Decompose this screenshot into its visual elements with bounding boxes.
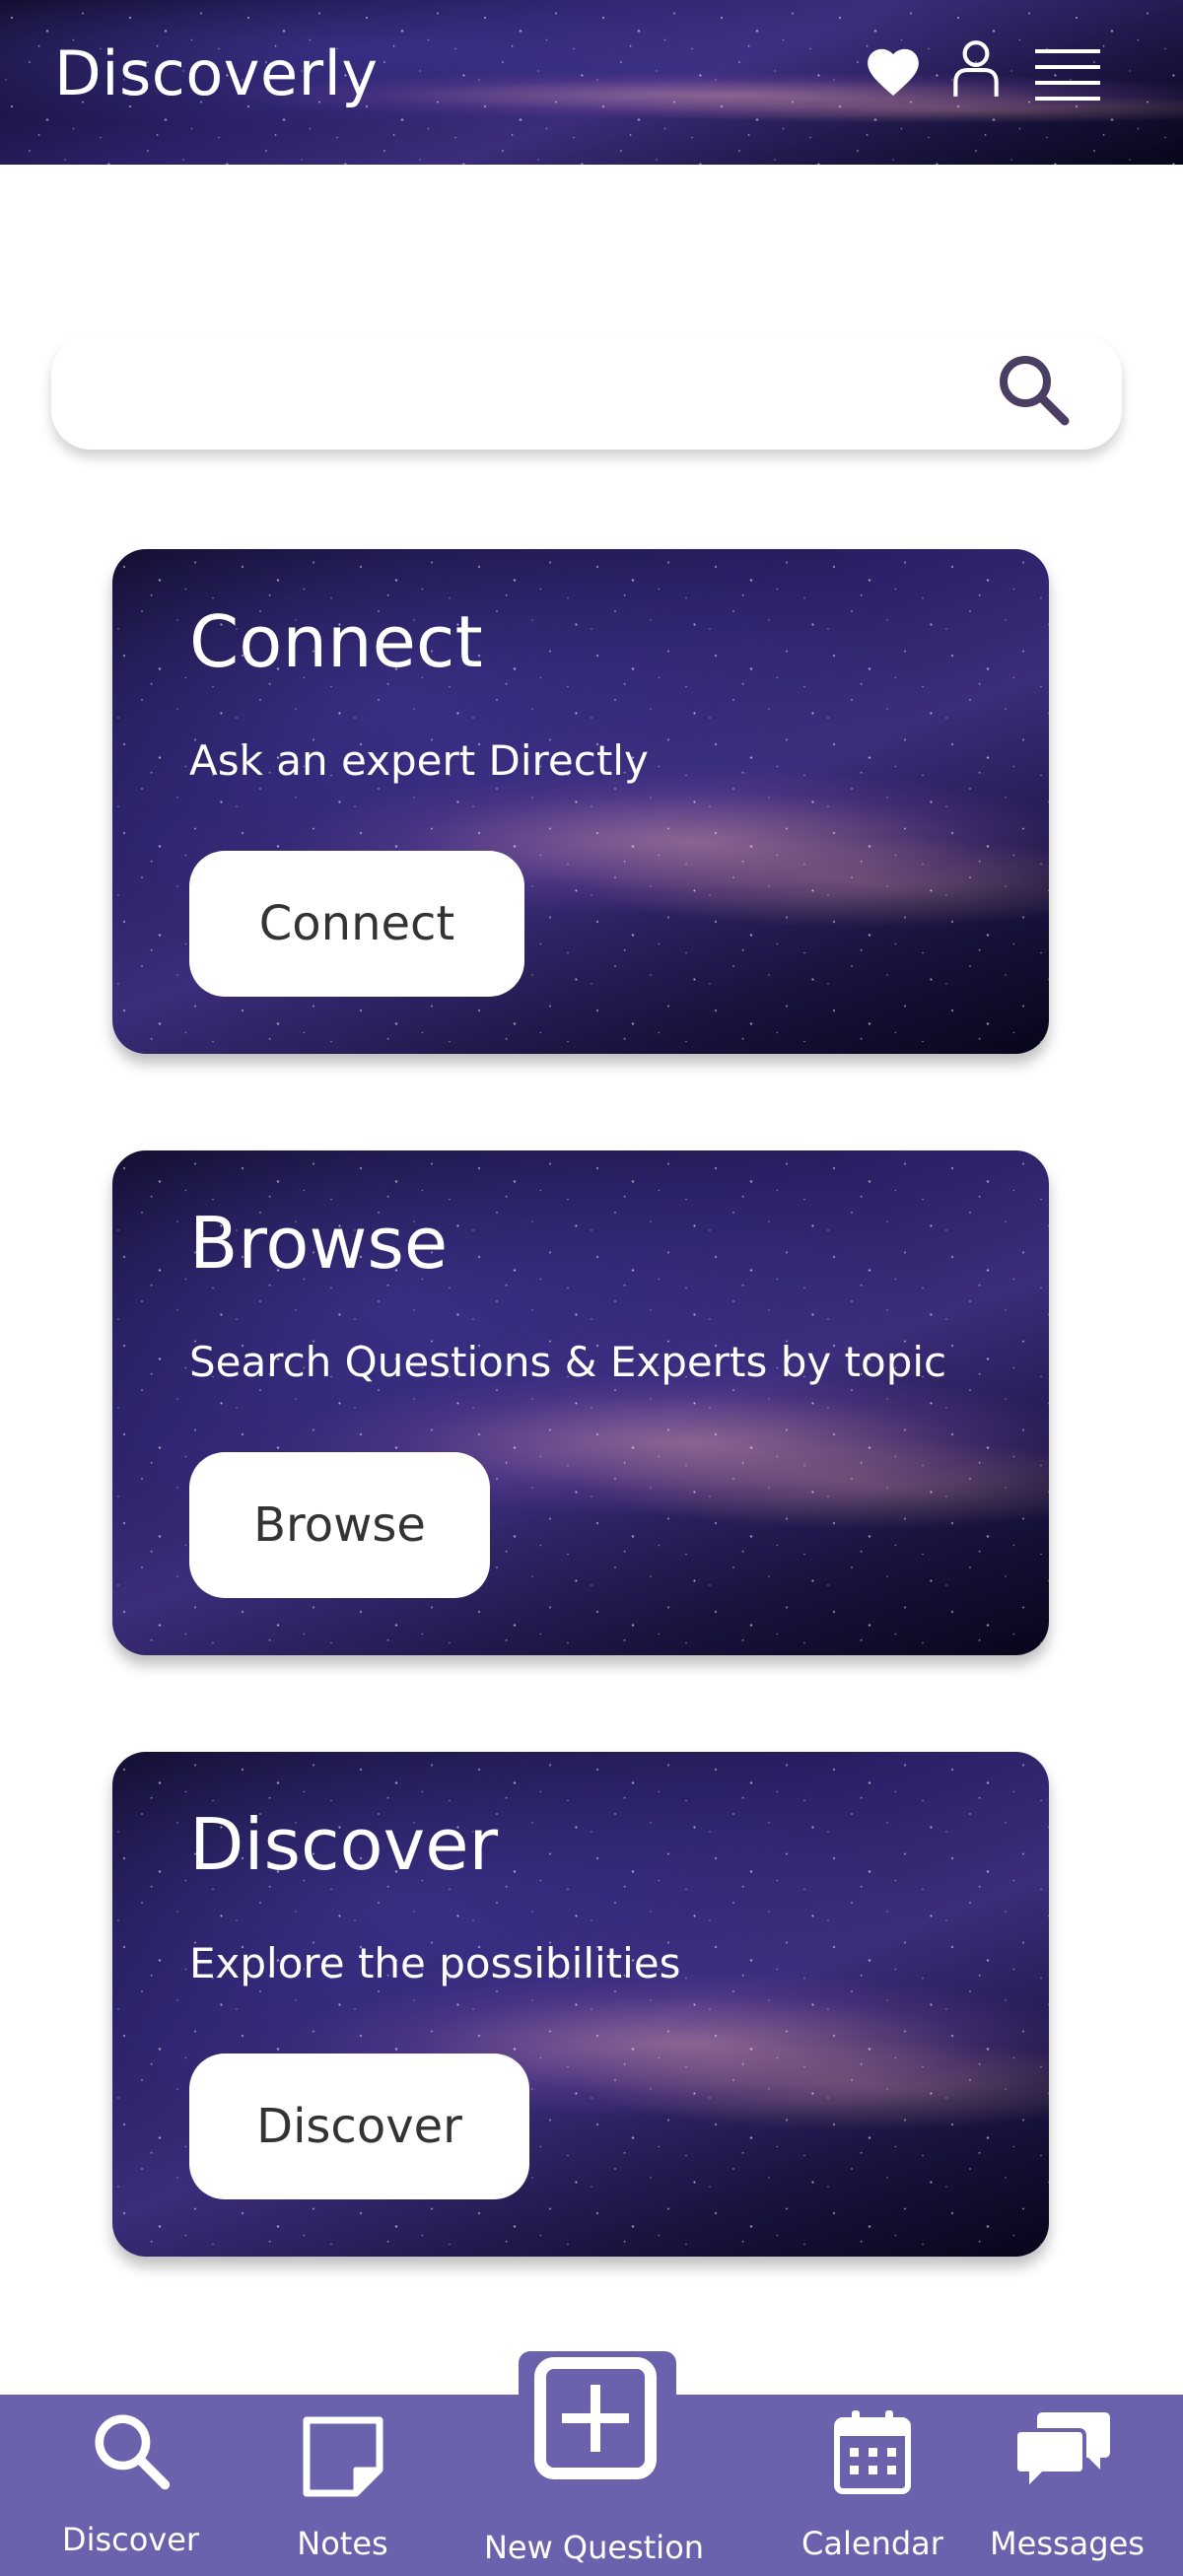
discover-button[interactable]: Discover	[189, 2054, 529, 2199]
browse-card: Browse Search Questions & Experts by top…	[112, 1150, 1049, 1655]
menu-icon[interactable]	[1035, 47, 1100, 103]
card-title: Browse	[189, 1202, 449, 1285]
search-input[interactable]	[91, 365, 1021, 422]
card-title: Discover	[189, 1803, 499, 1886]
nav-label: Calendar	[801, 2525, 943, 2562]
messages-icon	[1013, 2412, 1110, 2494]
card-subtitle: Search Questions & Experts by topic	[189, 1338, 947, 1386]
connect-card: Connect Ask an expert Directly Connect	[112, 549, 1049, 1054]
calendar-icon	[834, 2410, 911, 2494]
search-icon	[95, 2414, 171, 2490]
plus-icon	[534, 2357, 657, 2479]
search-icon[interactable]	[994, 350, 1073, 429]
nav-item-messages[interactable]: Messages	[986, 2395, 1148, 2576]
nav-label: Discover	[61, 2521, 200, 2558]
card-subtitle: Explore the possibilities	[189, 1939, 681, 1987]
discover-card: Discover Explore the possibilities Disco…	[112, 1752, 1049, 2257]
nav-item-new-question[interactable]: New Question	[463, 2357, 725, 2576]
user-icon[interactable]	[951, 37, 1001, 99]
card-subtitle: Ask an expert Directly	[189, 736, 649, 785]
search-bar	[51, 335, 1122, 450]
nav-label: New Question	[483, 2529, 705, 2566]
nav-label: Notes	[297, 2525, 388, 2562]
app-header: Discoverly	[0, 0, 1183, 165]
nav-item-calendar[interactable]: Calendar	[789, 2395, 956, 2576]
nav-item-discover[interactable]: Discover	[39, 2395, 222, 2576]
app-logo[interactable]: Discoverly	[54, 37, 379, 109]
connect-button[interactable]: Connect	[189, 851, 524, 997]
card-title: Connect	[189, 600, 483, 683]
note-icon	[303, 2416, 383, 2497]
nav-label: Messages	[990, 2525, 1145, 2562]
nav-item-notes[interactable]: Notes	[261, 2395, 424, 2576]
browse-button[interactable]: Browse	[189, 1452, 490, 1598]
heart-icon[interactable]	[863, 41, 924, 103]
